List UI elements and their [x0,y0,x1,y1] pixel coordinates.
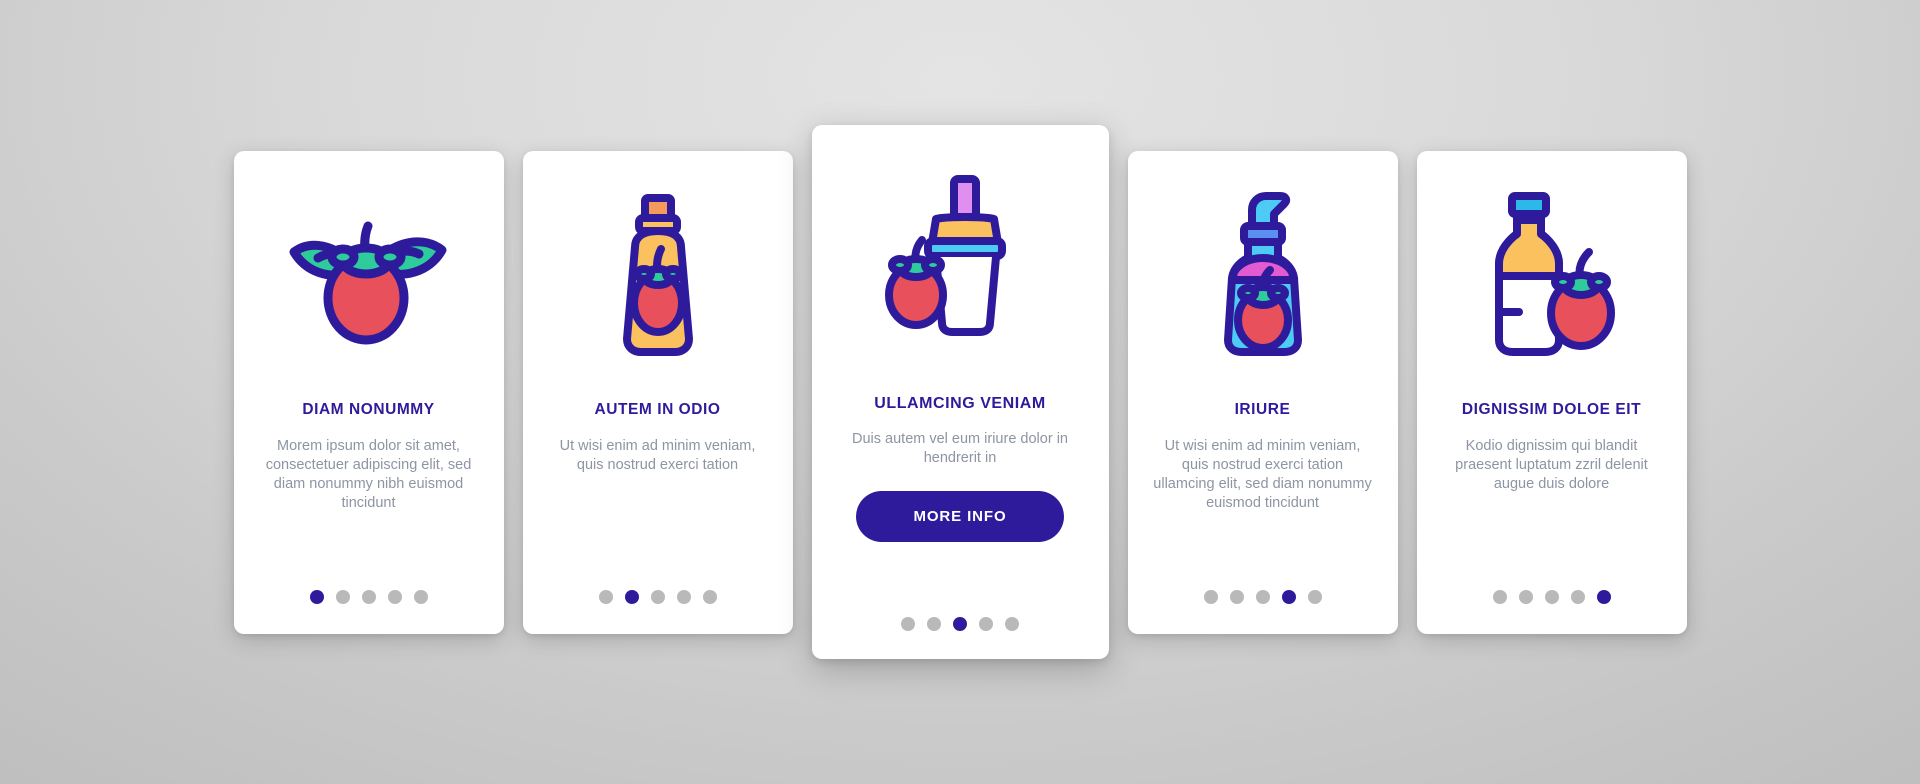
pagination-dot-3[interactable] [650,589,665,604]
onboarding-card-2[interactable]: AUTEM IN ODIO Ut wisi enim ad minim veni… [522,150,793,634]
pagination-dot-4[interactable] [676,589,691,604]
card-body-text: Kodio dignissim qui blandit praesent lup… [1455,438,1648,493]
onboarding-card-5[interactable]: DIGNISSIM DOLOE EIT Kodio dignissim qui … [1416,150,1687,634]
pagination-dots[interactable] [234,589,504,604]
pagination-dot-2[interactable] [335,589,350,604]
onboarding-screens-stage: DIAM NONUMMY Morem ipsum dolor sit amet,… [0,0,1920,784]
pagination-dot-2[interactable] [927,617,941,631]
pagination-dot-5[interactable] [1596,589,1611,604]
more-info-button[interactable]: MORE INFO [856,491,1064,543]
tomato-sauce-pump-bottle-icon [1128,151,1398,401]
card-body-text: Ut wisi enim ad minim veniam, quis nostr… [559,438,756,474]
pagination-dot-5[interactable] [1005,617,1019,631]
pagination-dot-1[interactable] [309,589,324,604]
pagination-dot-5[interactable] [702,589,717,604]
pagination-dot-4[interactable] [1570,589,1585,604]
pagination-dot-3[interactable] [1544,589,1559,604]
tomato-juice-cup-with-straw-icon [812,125,1109,395]
pagination-dots[interactable] [1128,589,1398,604]
card-title: IRIURE [1234,400,1291,418]
pagination-dot-4[interactable] [979,617,993,631]
card-body-text: Ut wisi enim ad minim veniam, quis nostr… [1153,438,1372,512]
pagination-dot-1[interactable] [1492,589,1507,604]
card-title: ULLAMCING VENIAM [874,395,1046,412]
card-title: DIGNISSIM DOLOE EIT [1461,400,1642,418]
pagination-dot-2[interactable] [1229,589,1244,604]
pagination-dot-5[interactable] [413,589,428,604]
pagination-dot-3[interactable] [1255,589,1270,604]
pagination-dot-5[interactable] [1307,589,1322,604]
pagination-dot-3[interactable] [361,589,376,604]
card-deck: DIAM NONUMMY Morem ipsum dolor sit amet,… [0,0,1920,784]
pagination-dot-1[interactable] [598,589,613,604]
card-body-text: Morem ipsum dolor sit amet, consectetuer… [265,438,472,512]
pagination-dot-1[interactable] [1203,589,1218,604]
tomato-with-leaves-icon [234,151,504,401]
pagination-dot-2[interactable] [1518,589,1533,604]
pagination-dots[interactable] [812,617,1109,631]
onboarding-card-4[interactable]: IRIURE Ut wisi enim ad minim veniam, qui… [1127,150,1398,634]
pagination-dot-4[interactable] [387,589,402,604]
card-title: DIAM NONUMMY [302,400,435,418]
pagination-dots[interactable] [523,589,793,604]
pagination-dot-3[interactable] [953,617,967,631]
pagination-dot-1[interactable] [901,617,915,631]
onboarding-card-1[interactable]: DIAM NONUMMY Morem ipsum dolor sit amet,… [233,150,504,634]
onboarding-card-3[interactable]: ULLAMCING VENIAM Duis autem vel eum iriu… [811,125,1109,659]
card-body-text: Duis autem vel eum iriure dolor in hendr… [852,431,1068,467]
ketchup-squeeze-bottle-icon [523,151,793,401]
pagination-dots[interactable] [1417,589,1687,604]
pagination-dot-4[interactable] [1281,589,1296,604]
card-title: AUTEM IN ODIO [594,400,721,418]
pagination-dot-2[interactable] [624,589,639,604]
tomato-juice-bottle-icon [1417,151,1687,401]
